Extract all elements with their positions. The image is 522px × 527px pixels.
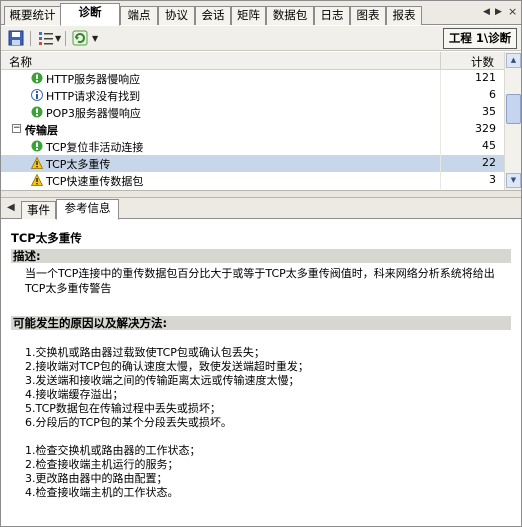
project-path-button[interactable]: 工程 1\诊断	[443, 28, 517, 49]
scroll-up-icon[interactable]: ▲	[506, 53, 521, 68]
tab-protocols[interactable]: 协议	[158, 6, 195, 25]
table-row[interactable]: TCP复位非活动连接 45	[1, 138, 504, 155]
row-name: HTTP服务器慢响应	[46, 73, 141, 86]
row-count: 22	[482, 156, 496, 169]
table-row[interactable]: HTTP请求没有找到 6	[1, 87, 504, 104]
column-name-header[interactable]: 名称	[9, 54, 32, 70]
group-name: 传输层	[25, 124, 58, 137]
green-circle-icon	[31, 140, 43, 152]
diagnosis-table: 名称 计数 HTTP服务器慢响应 121 HTTP请求没有找到 6 POP3服务…	[1, 52, 521, 190]
tab-scroll-right-icon[interactable]: ▶	[495, 7, 502, 17]
row-count: 121	[475, 71, 496, 84]
scroll-down-icon[interactable]: ▼	[506, 173, 521, 188]
table-row[interactable]: HTTP服务器慢响应 121	[1, 70, 504, 87]
warning-icon	[31, 174, 43, 186]
warning-icon	[31, 157, 43, 169]
column-count-header[interactable]: 计数	[471, 54, 494, 70]
row-count: 35	[482, 105, 496, 118]
tab-logs[interactable]: 日志	[314, 6, 350, 25]
row-name: TCP复位非活动连接	[46, 141, 144, 154]
table-row-selected[interactable]: TCP太多重传 22	[1, 155, 504, 172]
description-heading: 描述:	[11, 249, 511, 263]
tab-charts[interactable]: 图表	[350, 6, 386, 25]
row-name: TCP快速重传数据包	[46, 175, 144, 188]
row-name: POP3服务器慢响应	[46, 107, 141, 120]
row-count: 45	[482, 139, 496, 152]
tab-summary-stats[interactable]: 概要统计	[4, 6, 61, 25]
toolbar: ▼ ▼ 工程 1\诊断	[1, 26, 521, 51]
table-row[interactable]: POP3服务器慢响应 35	[1, 104, 504, 121]
tab-packets[interactable]: 数据包	[266, 6, 314, 25]
detail-tabs-bar: ◀ 事件 参考信息	[1, 198, 521, 220]
info-title: TCP太多重传	[11, 231, 82, 245]
reference-info-panel: TCP太多重传 描述: 当一个TCP连接中的重传数据包百分比大于或等于TCP太多…	[2, 220, 521, 526]
chevron-down-icon[interactable]: ▼	[55, 34, 61, 43]
list-view-icon[interactable]	[38, 30, 54, 46]
causes-heading: 可能发生的原因以及解决方法:	[11, 316, 511, 330]
view-tabs-bar: 概要统计 诊断 端点 协议 会话 矩阵 数据包 日志 图表 报表 ◀ ▶ ×	[1, 1, 521, 26]
table-row-group[interactable]: − 传输层 329	[1, 121, 504, 138]
description-text: 当一个TCP连接中的重传数据包百分比大于或等于TCP太多重传阀值时，科来网络分析…	[25, 267, 495, 295]
tab-sessions[interactable]: 会话	[195, 6, 231, 25]
close-icon[interactable]: ×	[508, 5, 517, 18]
tab-matrix[interactable]: 矩阵	[231, 6, 266, 25]
table-row[interactable]: TCP快速重传数据包 3	[1, 172, 504, 189]
row-count: 3	[489, 173, 496, 186]
row-count: 329	[475, 122, 496, 135]
tab-events[interactable]: 事件	[21, 201, 56, 219]
table-header: 名称 计数	[1, 52, 504, 70]
collapse-icon[interactable]: −	[12, 124, 21, 133]
tab-diagnosis[interactable]: 诊断	[60, 3, 120, 26]
row-name: TCP太多重传	[46, 158, 111, 171]
table-scrollbar[interactable]: ▲ ▼	[504, 52, 521, 190]
scrollbar-thumb[interactable]	[506, 94, 521, 124]
info-icon	[31, 89, 43, 101]
tab-reports[interactable]: 报表	[386, 6, 422, 25]
cause-item: 6.分段后的TCP包的某个分段丢失或损坏。	[25, 416, 232, 429]
green-circle-icon	[31, 72, 43, 84]
green-circle-icon	[31, 106, 43, 118]
tab-scroll-left-icon[interactable]: ◀	[483, 7, 490, 17]
tab-scroll-left-icon[interactable]: ◀	[7, 202, 15, 213]
pane-splitter[interactable]	[1, 190, 521, 198]
chevron-down-icon[interactable]: ▼	[92, 34, 98, 43]
save-icon[interactable]	[8, 30, 24, 46]
diagnosis-panel: 概要统计 诊断 端点 协议 会话 矩阵 数据包 日志 图表 报表 ◀ ▶ × ▼	[0, 0, 522, 527]
solution-item: 4.检查接收端主机的工作状态。	[25, 486, 179, 499]
refresh-icon[interactable]	[72, 30, 88, 46]
row-count: 6	[489, 88, 496, 101]
tab-reference-info[interactable]: 参考信息	[56, 199, 119, 220]
row-name: HTTP请求没有找到	[46, 90, 141, 103]
tab-endpoints[interactable]: 端点	[120, 6, 158, 25]
